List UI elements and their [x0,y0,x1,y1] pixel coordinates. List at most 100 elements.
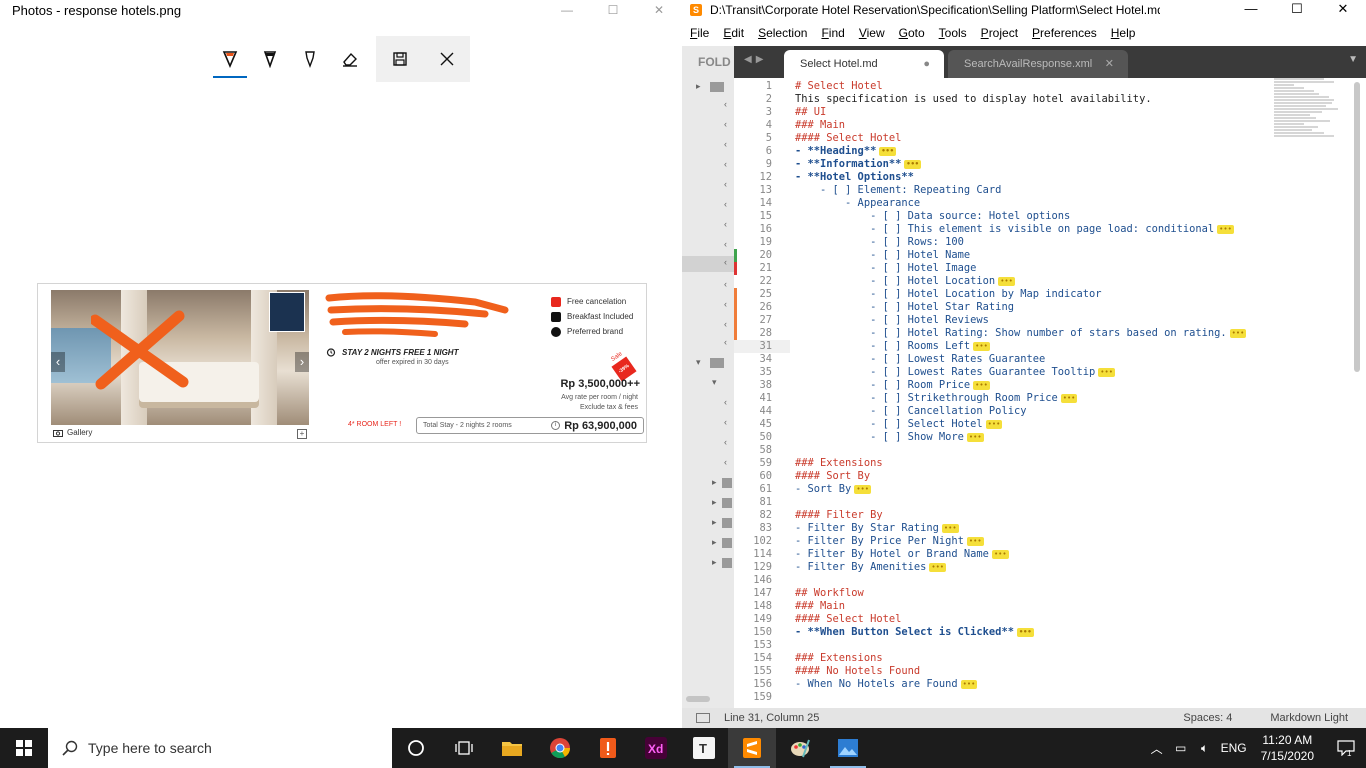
sidebar-scrollbar[interactable] [686,696,710,702]
code-line[interactable]: 28 - [ ] Hotel Rating: Show number of st… [734,327,1274,340]
language-indicator[interactable]: ENG [1217,741,1251,755]
sidebar-item[interactable]: ‹ [682,456,734,469]
sidebar-item[interactable]: ‹ [682,278,734,291]
sidebar-item[interactable]: ‹ [682,336,734,349]
fold-marker-icon[interactable]: ••• [985,419,1003,429]
menu-file[interactable]: File [682,24,715,42]
code-line[interactable]: 31 - [ ] Rooms Left ••• [734,340,1274,353]
typora-icon[interactable]: T [680,728,728,768]
close-tab-icon[interactable]: ✕ [1105,50,1114,78]
code-editor[interactable]: 1 # Select Hotel 2 This specification is us… [734,78,1366,708]
next-arrow-icon[interactable]: › [295,352,309,372]
network-icon[interactable]: ▭ [1169,741,1193,755]
cursor-position[interactable]: Line 31, Column 25 [724,712,819,724]
code-line[interactable]: 4 ### Main [734,119,1274,132]
info-icon[interactable]: i [551,421,561,430]
code-line[interactable]: 38 - [ ] Room Price ••• [734,379,1274,392]
sidebar-item[interactable]: ‹ [682,238,734,251]
sidebar-folder[interactable]: ▸ [682,556,734,569]
code-line[interactable]: 44 - [ ] Cancellation Policy [734,405,1274,418]
code-line[interactable]: 22 - [ ] Hotel Location ••• [734,275,1274,288]
code-line[interactable]: 153 [734,639,1274,652]
code-line[interactable]: 15 - [ ] Data source: Hotel options [734,210,1274,223]
code-line[interactable]: 6 - **Heading** ••• [734,145,1274,158]
fold-marker-icon[interactable]: ••• [966,536,984,546]
code-line[interactable]: 21 - [ ] Hotel Image [734,262,1274,275]
code-line[interactable]: 2 This specification is used to display h… [734,93,1274,106]
code-line[interactable]: 1 # Select Hotel [734,80,1274,93]
sidebar-item[interactable]: ‹ [682,158,734,171]
code-line[interactable]: 13 - [ ] Element: Repeating Card [734,184,1274,197]
sidebar-item[interactable]: ‹ [682,98,734,111]
fold-marker-icon[interactable]: ••• [904,159,922,169]
code-line[interactable]: 20 - [ ] Hotel Name [734,249,1274,262]
sublime-text-icon[interactable] [728,728,776,768]
close-button[interactable]: ✕ [1320,0,1366,18]
minimize-button[interactable]: — [1228,0,1274,18]
code-line[interactable]: 129 - Filter By Amenities ••• [734,561,1274,574]
fold-marker-icon[interactable]: ••• [960,679,978,689]
fold-marker-icon[interactable]: ••• [941,523,959,533]
code-line[interactable]: 150 - **When Button Select is Clicked** ••… [734,626,1274,639]
clock[interactable]: 11:20 AM 7/15/2020 [1261,732,1314,764]
sidebar-folder[interactable]: ▸ [682,536,734,549]
code-line[interactable]: 25 - [ ] Hotel Location by Map indicator [734,288,1274,301]
chevron-up-icon[interactable]: ︿ [1145,740,1169,757]
adobe-xd-icon[interactable]: Xd [632,728,680,768]
taskbar-search[interactable]: Type here to search [48,728,392,768]
pencil-tool[interactable] [250,36,290,82]
code-line[interactable]: 154 ### Extensions [734,652,1274,665]
code-line[interactable]: 26 - [ ] Hotel Star Rating [734,301,1274,314]
code-line[interactable]: 35 - [ ] Lowest Rates Guarantee Tooltip •… [734,366,1274,379]
code-line[interactable]: 58 [734,444,1274,457]
menu-tools[interactable]: Tools [931,24,973,42]
maximize-button[interactable]: ☐ [590,0,636,20]
git-icon[interactable] [584,728,632,768]
code-line[interactable]: 41 - [ ] Strikethrough Room Price ••• [734,392,1274,405]
fold-marker-icon[interactable]: ••• [1229,328,1247,338]
menu-selection[interactable]: Selection [750,24,813,42]
paint-icon[interactable] [776,728,824,768]
code-line[interactable]: 9 - **Information** ••• [734,158,1274,171]
photos-icon[interactable] [824,728,872,768]
fold-marker-icon[interactable]: ••• [991,549,1009,559]
fold-marker-icon[interactable]: ••• [1217,224,1234,234]
code-line[interactable]: 102 - Filter By Price Per Night ••• [734,535,1274,548]
code-line[interactable]: 155 #### No Hotels Found [734,665,1274,678]
editor-scrollbar[interactable] [1354,82,1360,372]
eraser-tool[interactable] [330,36,370,82]
fold-marker-icon[interactable]: ••• [973,380,990,390]
sidebar-item[interactable]: ‹ [682,298,734,311]
code-line[interactable]: 147 ## Workflow [734,587,1274,600]
code-line[interactable]: 3 ## UI [734,106,1274,119]
menu-view[interactable]: View [851,24,891,42]
unsaved-dot-icon[interactable]: ● [923,50,930,78]
code-line[interactable]: 156 - When No Hotels are Found ••• [734,678,1274,691]
total-stay-box[interactable]: Total Stay - 2 nights 2 rooms i Rp 63,90… [416,417,644,434]
code-line[interactable]: 59 ### Extensions [734,457,1274,470]
gallery-link[interactable]: Gallery [53,428,92,437]
fold-marker-icon[interactable]: ••• [879,146,896,156]
start-button[interactable] [0,728,48,768]
code-line[interactable]: 5 #### Select Hotel [734,132,1274,145]
sidebar-folder[interactable]: ▸ [682,80,734,93]
tab-list-icon[interactable]: ▼ [1348,54,1358,65]
save-button[interactable] [376,36,423,82]
fold-marker-icon[interactable]: ••• [1098,367,1115,377]
menu-help[interactable]: Help [1103,24,1142,42]
task-view-icon[interactable] [440,728,488,768]
menu-project[interactable]: Project [973,24,1024,42]
code-line[interactable]: 14 - Appearance [734,197,1274,210]
menu-preferences[interactable]: Preferences [1024,24,1103,42]
code-line[interactable]: 149 #### Select Hotel [734,613,1274,626]
sidebar-item[interactable]: ‹ [682,178,734,191]
sidebar-folder[interactable]: ▸ [682,476,734,489]
code-line[interactable]: 148 ### Main [734,600,1274,613]
fold-marker-icon[interactable]: ••• [973,341,990,351]
code-line[interactable]: 45 - [ ] Select Hotel ••• [734,418,1274,431]
volume-icon[interactable]: 🔈︎ [1193,741,1217,756]
code-line[interactable]: 81 [734,496,1274,509]
code-line[interactable]: 12 - **Hotel Options** [734,171,1274,184]
cortana-icon[interactable] [392,728,440,768]
code-line[interactable]: 50 - [ ] Show More ••• [734,431,1274,444]
